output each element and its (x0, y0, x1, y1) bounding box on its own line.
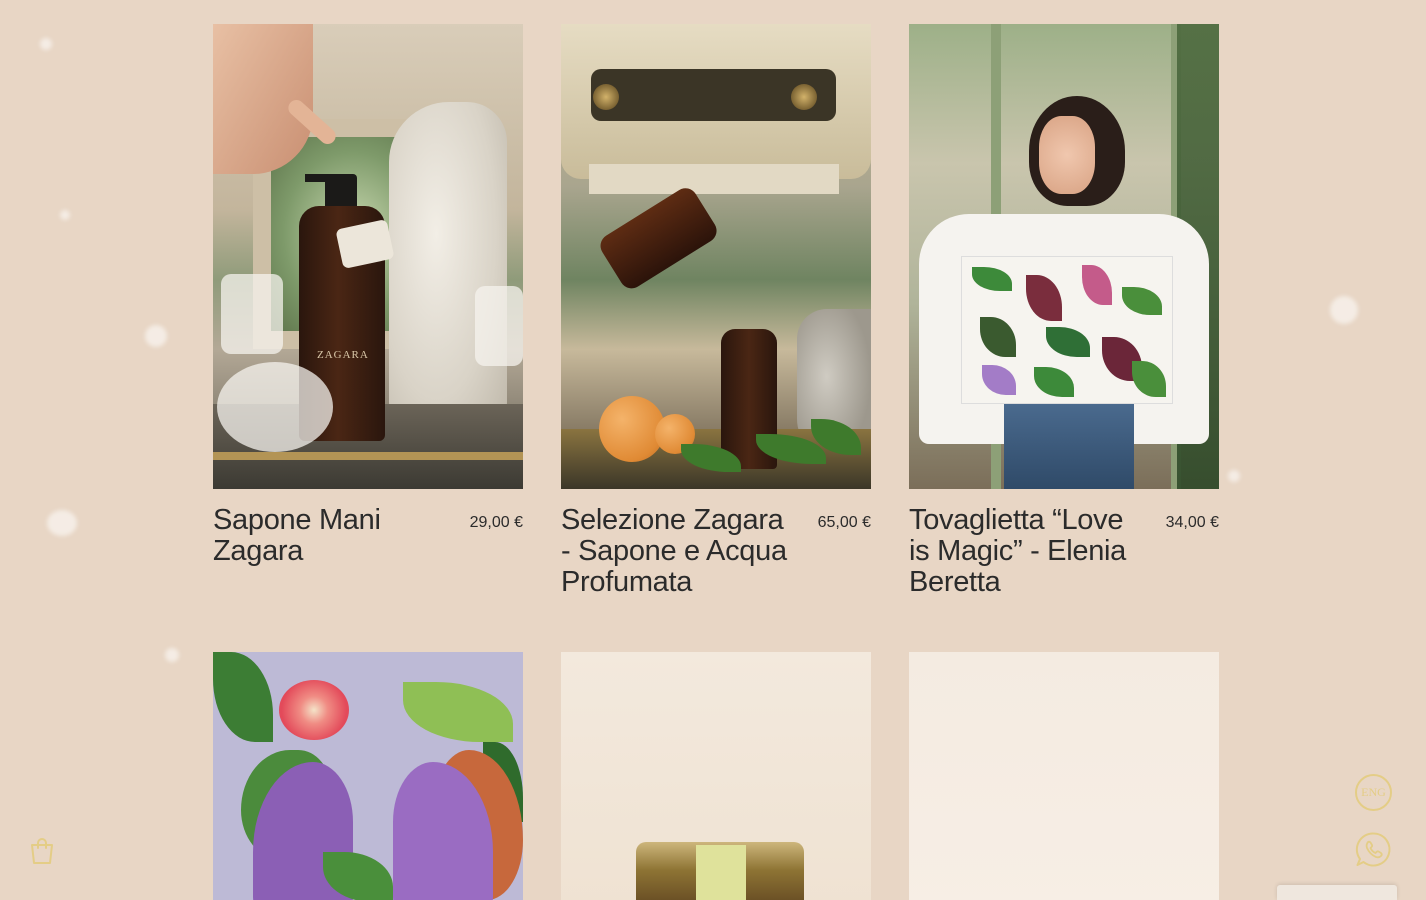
product-image[interactable] (909, 652, 1219, 900)
table-edge (213, 452, 523, 460)
snow-flake (1330, 296, 1358, 324)
sculpture-torso (389, 102, 507, 432)
snow-flake (1228, 470, 1240, 482)
product-card[interactable]: Selezione Zagara - Sapone e Acqua Profum… (561, 24, 871, 656)
jeans (1004, 404, 1134, 489)
product-price: 65,00 € (817, 514, 871, 531)
whatsapp-icon[interactable] (1355, 831, 1392, 868)
product-title[interactable]: Sapone Mani Zagara (213, 505, 448, 567)
product-card[interactable] (561, 652, 871, 900)
spray-bottle (596, 183, 722, 293)
product-card[interactable]: Tovaglietta “Love is Magic” - Elenia Ber… (909, 24, 1219, 656)
product-card[interactable]: ZAGARA Sapone Mani Zagara 29,00 € (213, 24, 523, 656)
product-image[interactable] (561, 24, 871, 489)
product-price: 29,00 € (469, 514, 523, 531)
leaf (213, 652, 273, 742)
face (1039, 116, 1095, 194)
snow-flake (145, 325, 167, 347)
radio-knob (791, 84, 817, 110)
product-image[interactable]: ZAGARA (213, 24, 523, 489)
glass-candle (221, 274, 283, 354)
glass-candle (475, 286, 523, 366)
jar-label (696, 845, 746, 900)
snow-flake (165, 648, 179, 662)
snow-flake (60, 210, 70, 220)
language-label: ENG (1361, 785, 1386, 799)
glass-candle (217, 362, 333, 452)
product-title[interactable]: Tovaglietta “Love is Magic” - Elenia Ber… (909, 505, 1144, 598)
product-image[interactable] (909, 24, 1219, 489)
placemat (961, 256, 1173, 404)
shopping-bag-icon[interactable] (29, 837, 55, 865)
leaf (403, 682, 513, 742)
product-image[interactable] (561, 652, 871, 900)
language-switch-button[interactable]: ENG (1355, 774, 1392, 811)
radio-knob (593, 84, 619, 110)
cookie-banner-edge (1277, 885, 1397, 900)
snow-flake (47, 510, 77, 536)
bottle-label: ZAGARA (317, 349, 369, 361)
stool-top (589, 164, 839, 194)
product-grid: ZAGARA Sapone Mani Zagara 29,00 € Selezi… (213, 24, 1219, 900)
product-card[interactable] (213, 652, 523, 900)
product-title[interactable]: Selezione Zagara - Sapone e Acqua Profum… (561, 505, 796, 598)
product-price: 34,00 € (1165, 514, 1219, 531)
product-image[interactable] (213, 652, 523, 900)
product-card[interactable] (909, 652, 1219, 900)
snow-flake (40, 38, 52, 50)
red-flower (279, 680, 349, 740)
